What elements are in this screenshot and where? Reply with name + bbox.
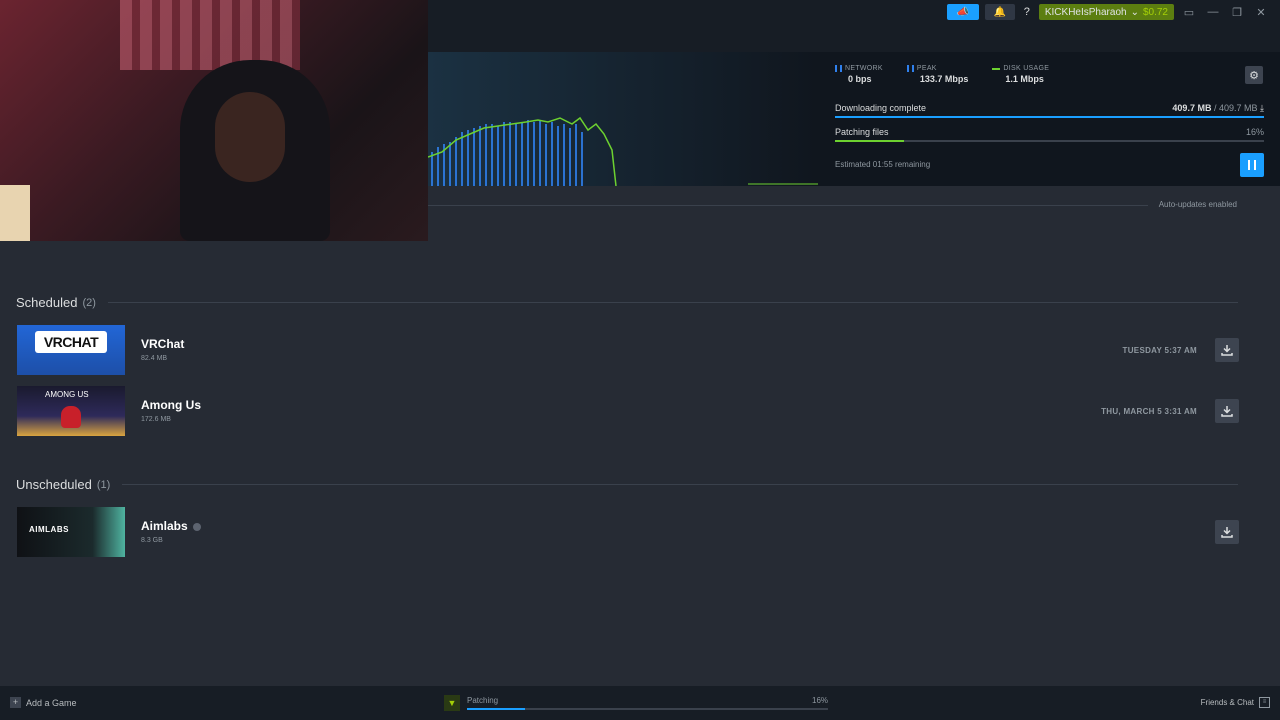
- bell-icon[interactable]: 🔔: [984, 4, 1015, 20]
- friends-chat-label: Friends & Chat: [1200, 698, 1254, 707]
- bottom-status-label[interactable]: Patching: [467, 696, 498, 705]
- wall-posters: [120, 0, 300, 70]
- peak-bars-icon: [906, 65, 914, 72]
- network-label: NETWORK: [845, 65, 883, 72]
- restore-button[interactable]: ❐: [1228, 6, 1246, 19]
- peak-value: 133.7 Mbps: [919, 74, 969, 84]
- download-icon: ⤓: [1260, 103, 1264, 113]
- header-divider: [428, 205, 1148, 206]
- network-bars-icon: [835, 65, 842, 72]
- scheduled-time: TUESDAY 5:37 AM: [1122, 346, 1197, 355]
- aimlabs-thumbnail[interactable]: AIMLABS: [17, 507, 125, 557]
- gear-icon[interactable]: ⚙: [1245, 66, 1263, 84]
- total-amount: 409.7 MB: [1218, 103, 1258, 113]
- disk-label: DISK USAGE: [1003, 65, 1050, 72]
- help-button[interactable]: ?: [1021, 6, 1033, 18]
- downloaded-amount: 409.7 MB: [1172, 103, 1212, 113]
- game-size: 8.3 GB: [141, 537, 163, 544]
- game-name[interactable]: Among Us: [141, 398, 201, 412]
- disk-stat: DISK USAGE 1.1 Mbps: [992, 65, 1049, 84]
- pause-button[interactable]: [1240, 153, 1264, 177]
- network-stat: NETWORK 0 bps: [835, 65, 883, 84]
- status-bar: + Add a Game ▼ Patching 16% Friends & Ch…: [0, 686, 1280, 720]
- download-item-aimlabs[interactable]: AIMLABS Aimlabs 8.3 GB: [17, 507, 1239, 557]
- unscheduled-count: (1): [96, 478, 111, 491]
- add-game-label: Add a Game: [26, 697, 77, 708]
- bottom-status-percent: 16%: [812, 696, 829, 705]
- patch-progress-fill: [835, 140, 904, 142]
- game-size: 172.6 MB: [141, 416, 171, 423]
- game-size: 82.4 MB: [141, 355, 168, 362]
- scheduled-header: Scheduled (2): [16, 295, 1238, 310]
- download-status-row: Downloading complete 409.7 MB / 409.7 MB…: [835, 103, 1264, 114]
- vrchat-thumbnail[interactable]: VRCHAT: [17, 325, 125, 375]
- eta-text: Estimated 01:55 remaining: [835, 160, 931, 169]
- minimize-button[interactable]: —: [1204, 6, 1222, 18]
- download-icon[interactable]: [1215, 520, 1239, 544]
- chat-icon: ≡: [1259, 697, 1270, 708]
- download-item-vrchat[interactable]: VRCHAT VRChat 82.4 MB TUESDAY 5:37 AM: [17, 325, 1239, 375]
- disk-line-icon: [992, 67, 1001, 70]
- auto-updates-label: Auto-updates enabled: [1158, 200, 1237, 209]
- download-size: 409.7 MB / 409.7 MB ⤓: [1172, 103, 1264, 114]
- among-us-logo: AMONG US: [45, 390, 89, 399]
- friends-chat-button[interactable]: Friends & Chat ≡: [1201, 697, 1270, 708]
- download-icon[interactable]: [1215, 338, 1239, 362]
- network-value: 0 bps: [848, 74, 872, 84]
- scheduled-time: THU, MARCH 5 3:31 AM: [1101, 407, 1197, 416]
- bottom-progress-fill: [467, 708, 525, 710]
- disk-value: 1.1 Mbps: [1005, 74, 1044, 84]
- download-icon[interactable]: [1215, 399, 1239, 423]
- game-name[interactable]: VRChat: [141, 337, 184, 351]
- plus-icon: +: [10, 697, 21, 708]
- megaphone-icon[interactable]: 📣: [946, 4, 979, 20]
- add-game-button[interactable]: + Add a Game: [10, 697, 77, 708]
- person-face: [215, 92, 285, 182]
- download-progress-fill: [835, 116, 1264, 118]
- download-status-label: Downloading complete: [835, 103, 927, 113]
- patch-status-row: Patching files 16%: [835, 127, 1264, 137]
- patch-percent: 16%: [1245, 127, 1264, 137]
- vrchat-logo: VRCHAT: [35, 331, 107, 353]
- big-picture-icon[interactable]: ▭: [1180, 6, 1198, 19]
- chevron-down-icon: ⌄: [1130, 6, 1139, 18]
- download-stats: NETWORK 0 bps PEAK 133.7 Mbps DISK USAGE…: [835, 65, 1049, 84]
- crewmate-figure: [61, 406, 81, 428]
- download-item-among-us[interactable]: AMONG US Among Us 172.6 MB THU, MARCH 5 …: [17, 386, 1239, 436]
- scheduled-title: Scheduled: [16, 295, 78, 310]
- webcam-overlay: [0, 0, 428, 241]
- account-menu[interactable]: KICKHeIsPharaoh ⌄ $0.72: [1038, 4, 1174, 20]
- account-name: KICKHeIsPharaoh: [1044, 6, 1127, 18]
- bandwidth-graph: [428, 52, 818, 186]
- current-download-icon[interactable]: ▼: [444, 695, 460, 711]
- info-icon[interactable]: [192, 522, 201, 531]
- game-name-row: Aimlabs: [141, 519, 201, 533]
- bottom-progress-bar[interactable]: [467, 708, 828, 710]
- title-actions: 📣 🔔 ? KICKHeIsPharaoh ⌄ $0.72 ▭ — ❐ ✕: [946, 4, 1270, 20]
- download-progress-bar: [835, 116, 1264, 118]
- size-separator: /: [1211, 103, 1219, 113]
- unscheduled-title: Unscheduled: [16, 477, 92, 492]
- patch-label: Patching files: [835, 127, 889, 137]
- among-us-thumbnail[interactable]: AMONG US: [17, 386, 125, 436]
- close-button[interactable]: ✕: [1252, 6, 1270, 19]
- peak-stat: PEAK 133.7 Mbps: [906, 65, 969, 84]
- game-name[interactable]: Aimlabs: [141, 519, 188, 533]
- wallet-balance: $0.72: [1142, 6, 1168, 18]
- aimlabs-logo: AIMLABS: [29, 525, 69, 534]
- patch-progress-bar: [835, 140, 1264, 142]
- cereal-box: [0, 185, 30, 241]
- unscheduled-header: Unscheduled (1): [16, 477, 1238, 492]
- scheduled-count: (2): [82, 296, 96, 309]
- peak-label: PEAK: [916, 65, 937, 72]
